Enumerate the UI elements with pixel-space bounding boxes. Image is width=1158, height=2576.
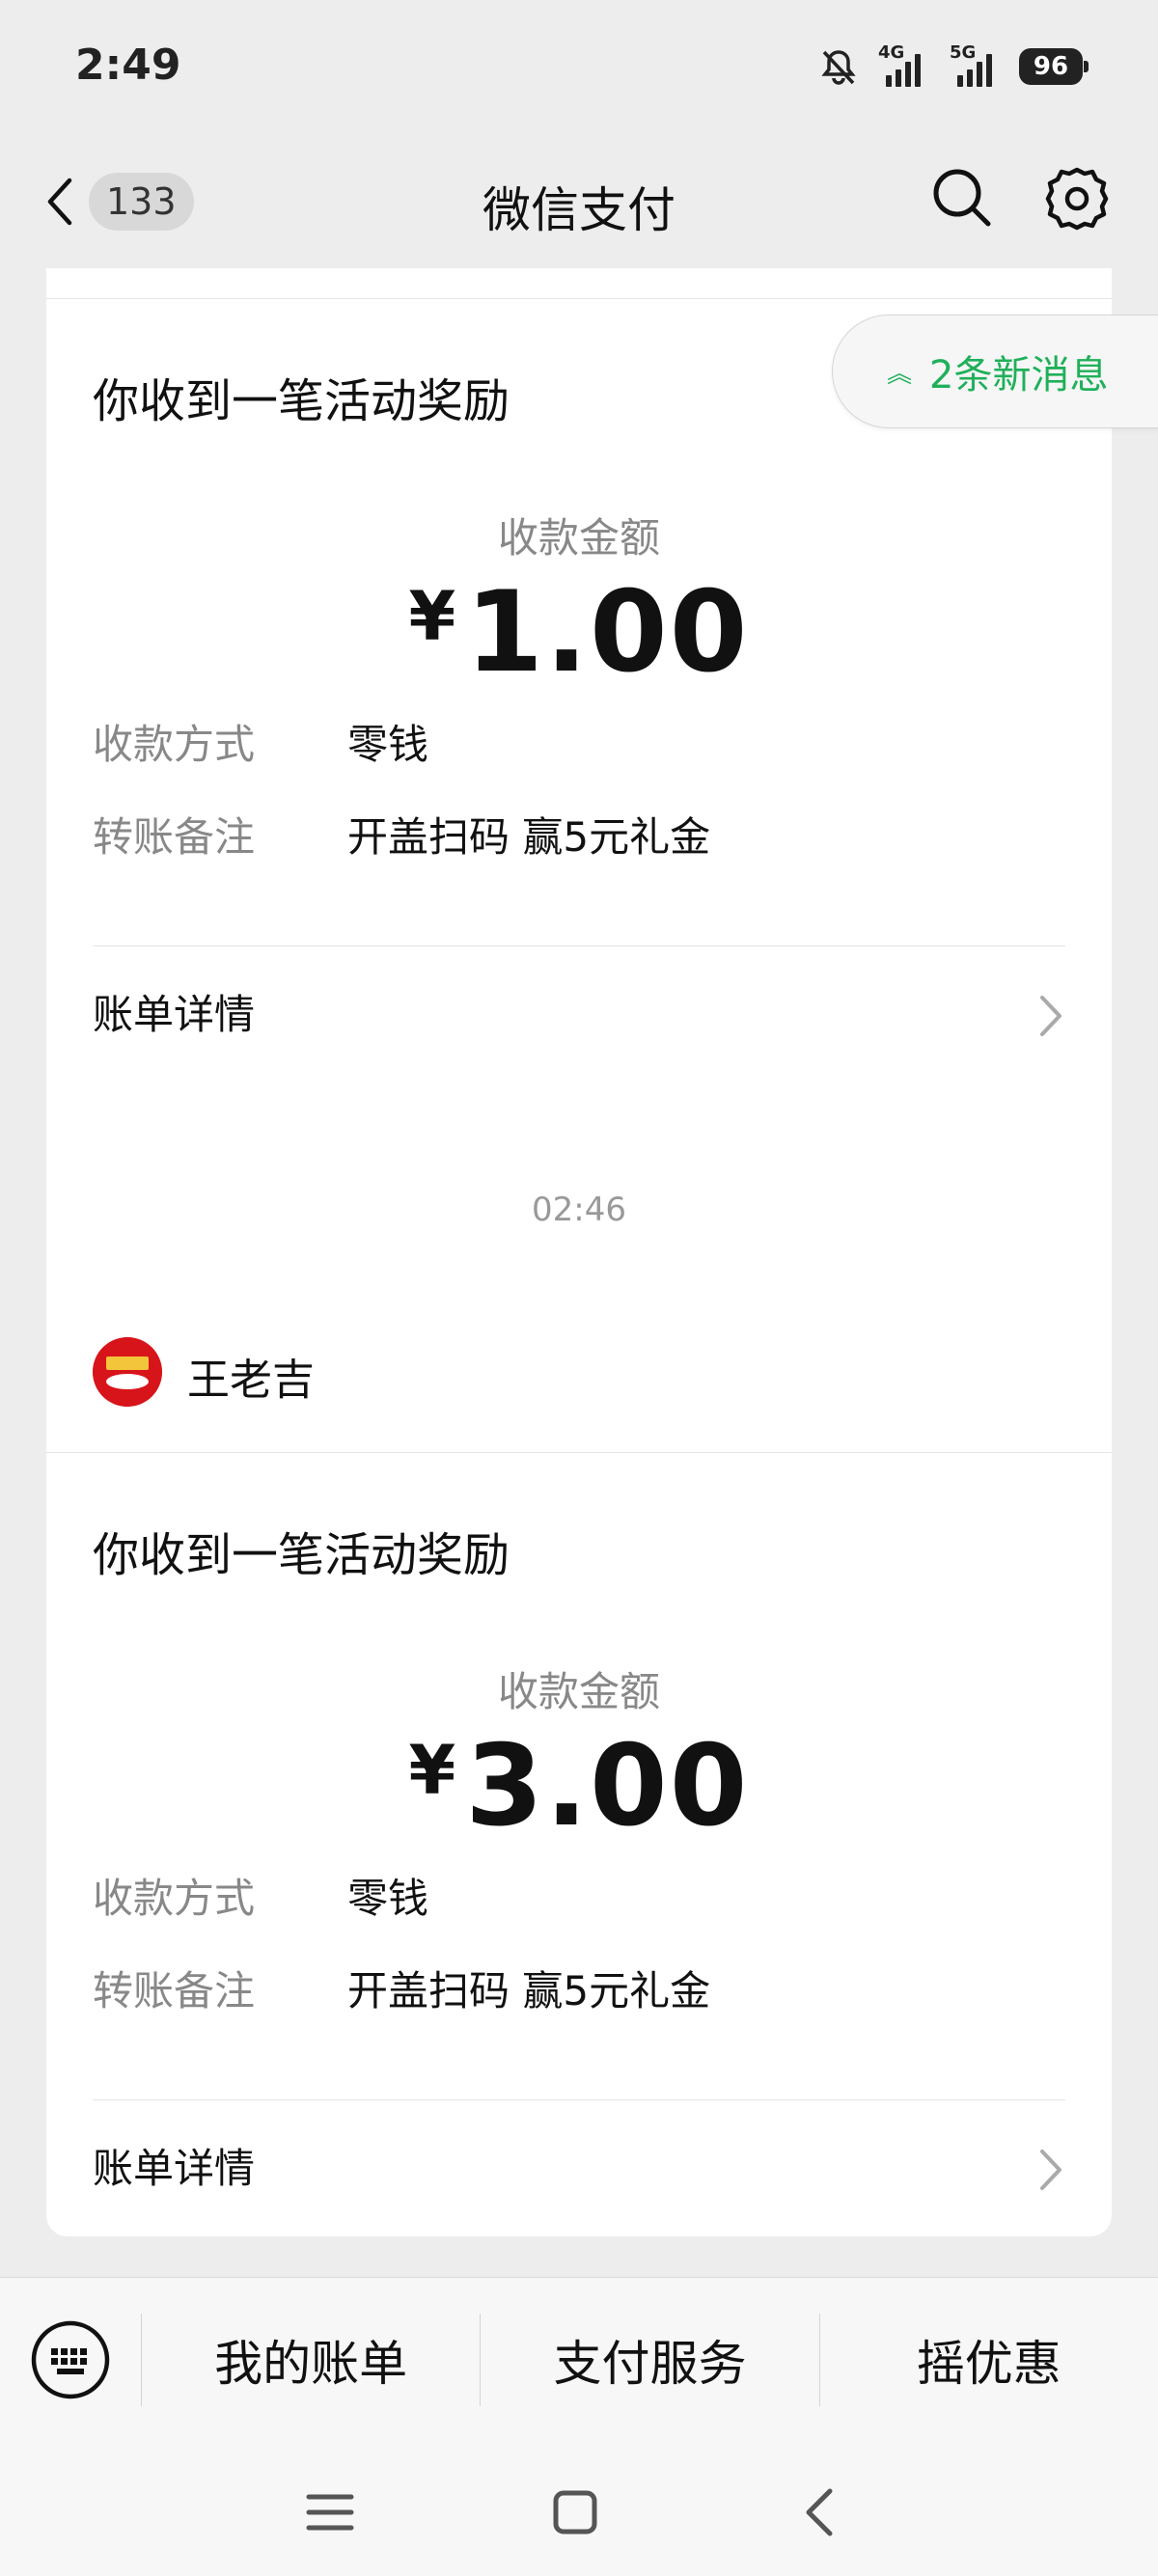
status-time: 2:49 bbox=[75, 41, 181, 90]
message-timestamp: 02:46 bbox=[532, 1191, 626, 1229]
card-title: 你收到一笔活动奖励 bbox=[93, 1528, 510, 1582]
message-list[interactable]: 你收到一笔活动奖励 收款金额 ¥1.00 收款方式 零钱 转账备注 开盖扫码 赢5元… bbox=[0, 268, 1158, 2275]
transfer-note-row: 转账备注 开盖扫码 赢5元礼金 bbox=[93, 813, 711, 861]
wanglaoji-logo-icon bbox=[93, 1337, 162, 1407]
new-messages-button[interactable]: ︽ 2条新消息 bbox=[832, 315, 1158, 428]
payment-method-row: 收款方式 零钱 bbox=[93, 721, 429, 768]
amount: ¥3.00 bbox=[408, 1721, 750, 1851]
back-icon[interactable] bbox=[791, 2485, 849, 2539]
signal-4g-icon: 4G bbox=[876, 42, 930, 87]
keyboard-toggle-button[interactable] bbox=[0, 2278, 141, 2442]
payment-method-row: 收款方式 零钱 bbox=[93, 1875, 429, 1922]
gear-icon[interactable] bbox=[1042, 164, 1112, 233]
bill-details-link[interactable]: 账单详情 bbox=[93, 982, 255, 1041]
chevron-right-icon bbox=[1040, 996, 1062, 1036]
mute-bell-icon bbox=[821, 50, 856, 85]
status-icons: 4G 5G 96 bbox=[818, 42, 1089, 91]
chevron-right-icon bbox=[1040, 2150, 1062, 2190]
menu-payment-services[interactable]: 支付服务 bbox=[480, 2313, 818, 2406]
bottom-menu: 我的账单 支付服务 摇优惠 bbox=[0, 2277, 1158, 2441]
merchant-avatar bbox=[93, 1337, 162, 1407]
divider bbox=[93, 945, 1065, 946]
merchant-name: 王老吉 bbox=[187, 1356, 315, 1405]
menu-shake-deals[interactable]: 摇优惠 bbox=[818, 2313, 1158, 2406]
card-title: 你收到一笔活动奖励 bbox=[93, 374, 510, 428]
divider bbox=[93, 2099, 1065, 2100]
menu-my-bills[interactable]: 我的账单 bbox=[141, 2313, 480, 2406]
card-header bbox=[46, 268, 1112, 299]
double-chevron-up-icon: ︽ bbox=[887, 359, 913, 389]
home-icon[interactable] bbox=[546, 2485, 604, 2539]
search-icon[interactable] bbox=[928, 164, 996, 232]
keyboard-icon bbox=[31, 2320, 110, 2398]
card-header: 王老吉 bbox=[46, 1291, 1112, 1453]
amount-label: 收款金额 bbox=[497, 514, 660, 562]
nav-bar: 133 微信支付 bbox=[0, 135, 1158, 268]
new-messages-label: 2条新消息 bbox=[929, 353, 1109, 397]
menu-icon[interactable] bbox=[301, 2485, 359, 2539]
amount: ¥1.00 bbox=[408, 567, 750, 698]
battery-icon: 96 bbox=[1019, 48, 1089, 85]
bill-details-link[interactable]: 账单详情 bbox=[93, 2136, 255, 2195]
status-bar: 2:49 4G 5G 96 bbox=[0, 0, 1158, 135]
payment-card[interactable]: 王老吉 你收到一笔活动奖励 收款金额 ¥3.00 收款方式 零钱 转账备注 开盖扫码… bbox=[46, 1291, 1112, 2236]
amount-label: 收款金额 bbox=[497, 1668, 660, 1715]
system-nav-bar bbox=[0, 2441, 1158, 2576]
transfer-note-row: 转账备注 开盖扫码 赢5元礼金 bbox=[93, 1967, 711, 2014]
signal-5g-icon: 5G bbox=[948, 42, 1002, 87]
